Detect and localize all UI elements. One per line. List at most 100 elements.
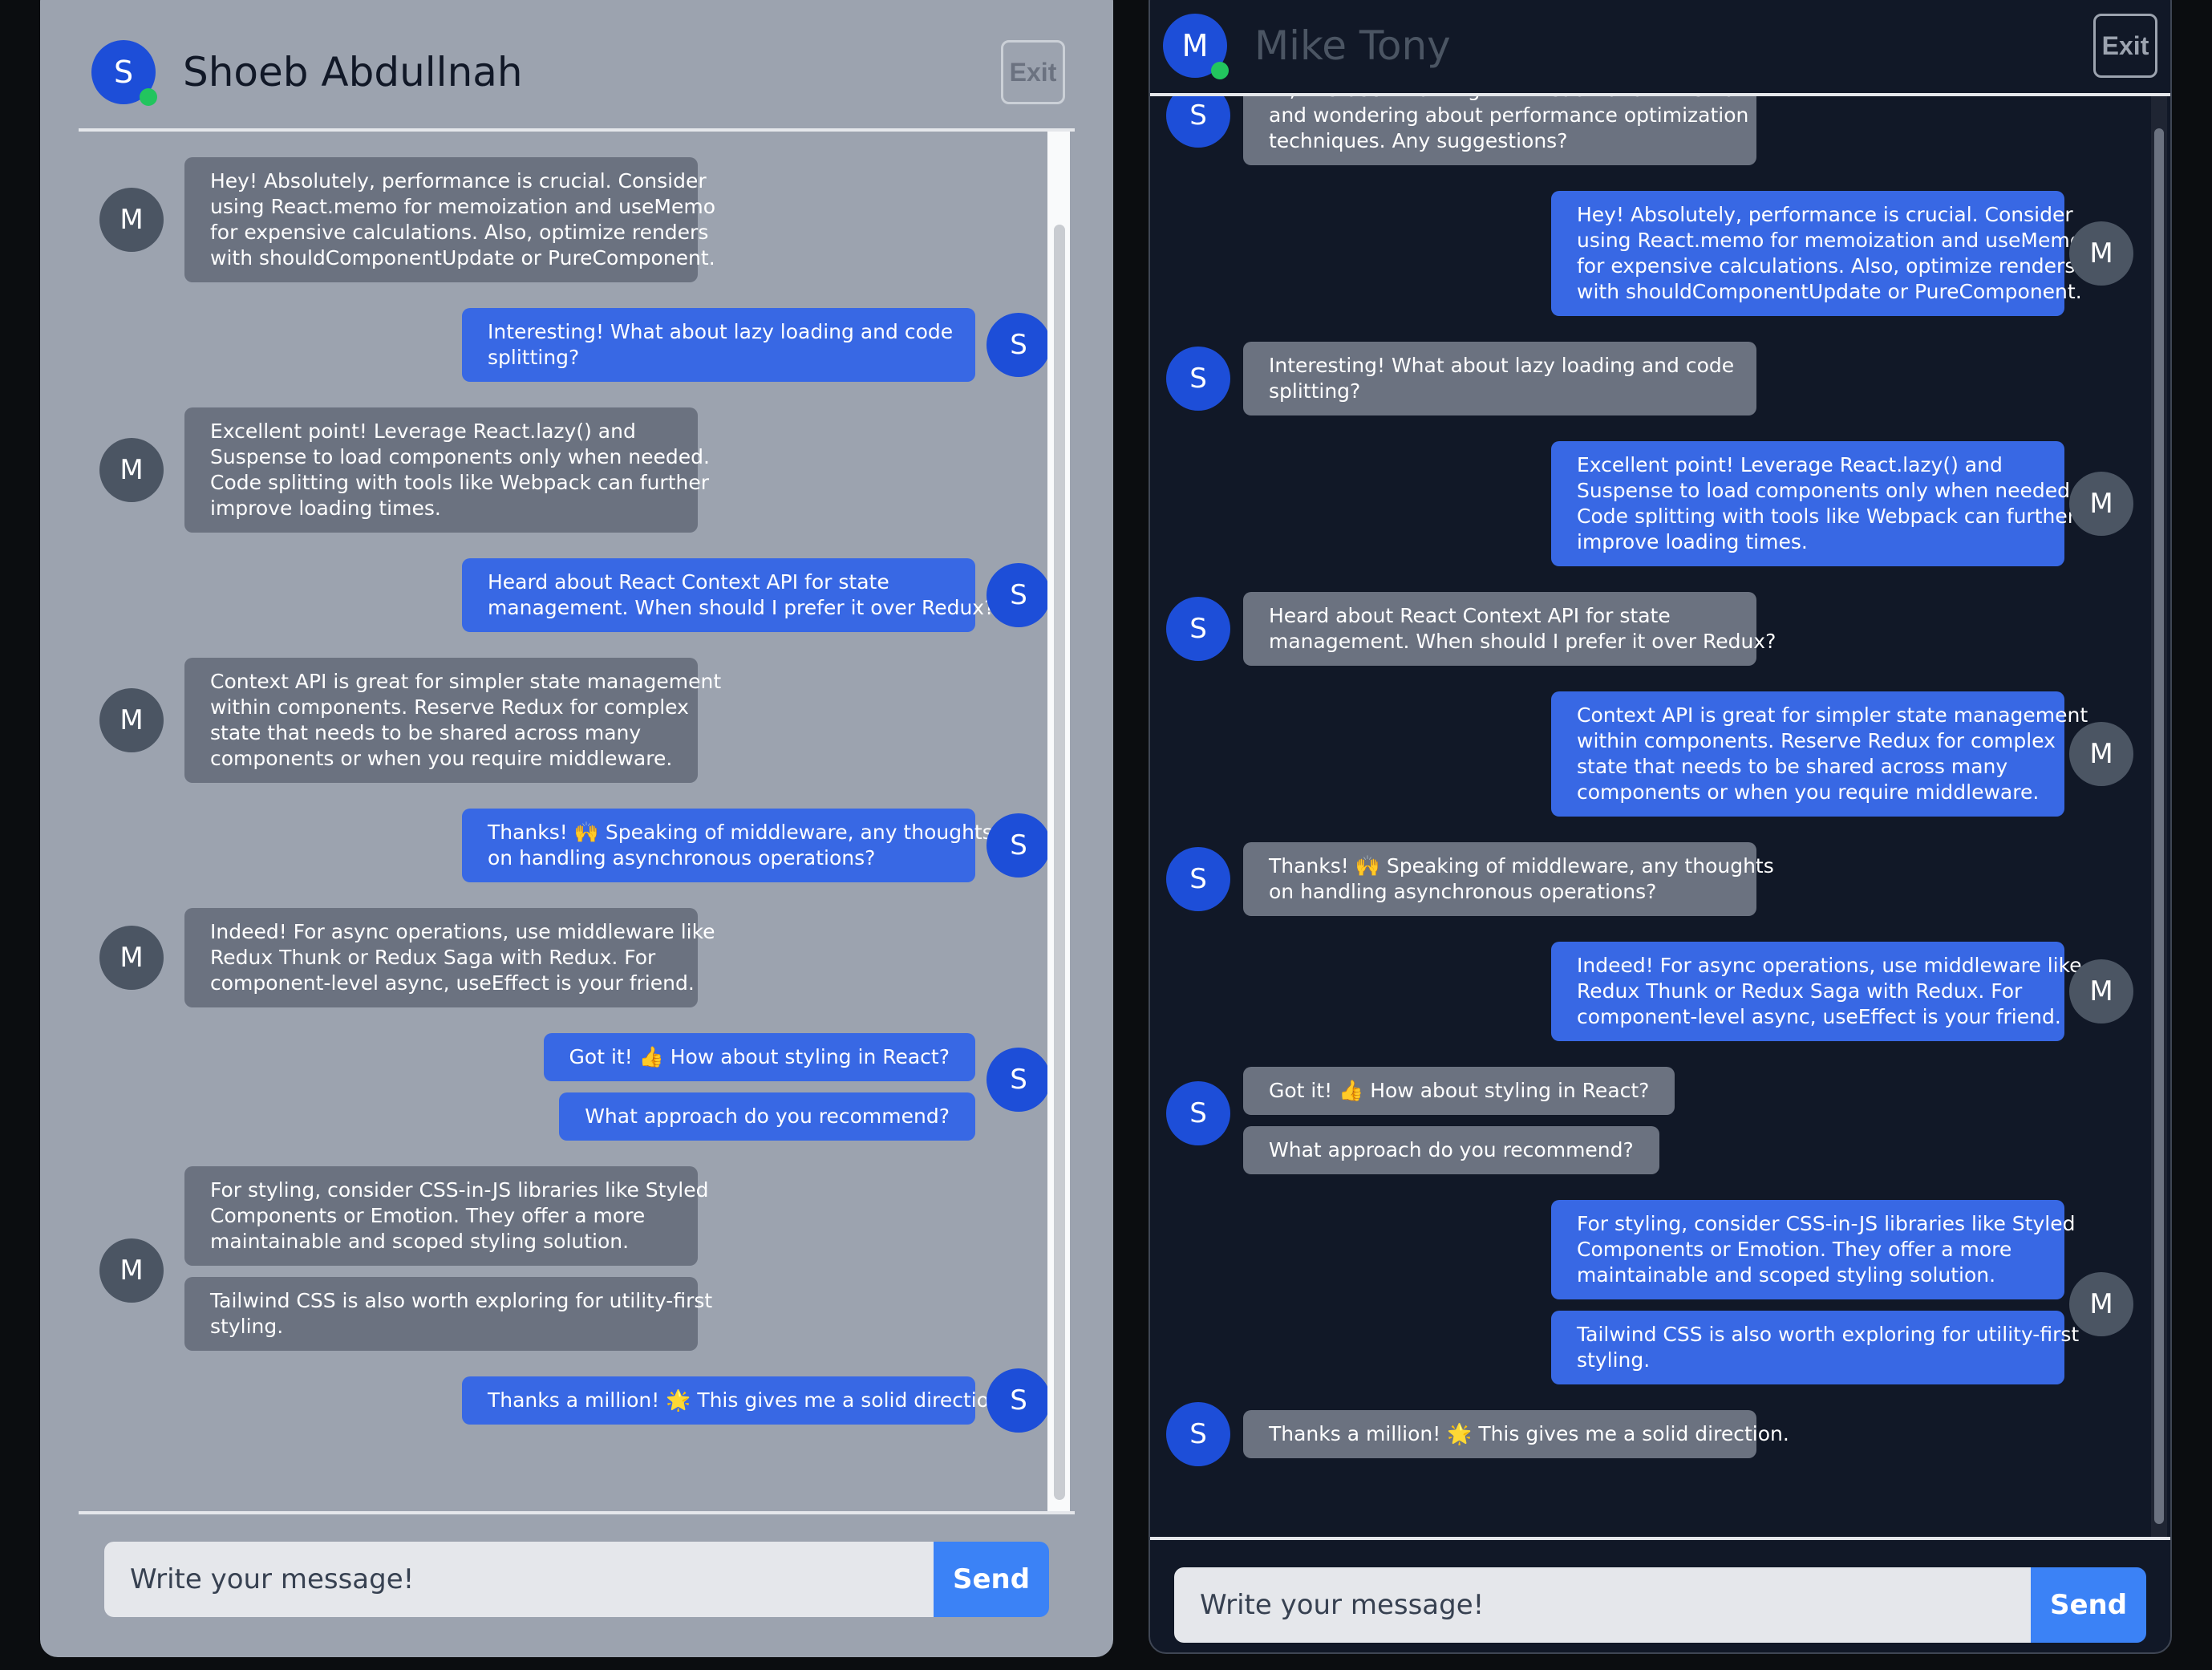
message-text-line: with shouldComponentUpdate or PureCompon… <box>210 246 715 270</box>
avatar: M <box>2069 472 2133 536</box>
message-text-line: Code splitting with tools like Webpack c… <box>1577 505 2076 528</box>
message-text-line: maintainable and scoped styling solution… <box>210 1230 630 1253</box>
message-input[interactable] <box>1174 1567 2031 1643</box>
message-text-line: management. When should I prefer it over… <box>1269 630 1776 653</box>
avatar: M <box>2069 959 2133 1023</box>
message-bubble: Interesting! What about lazy loading and… <box>1243 342 1756 415</box>
avatar: S <box>986 813 1051 878</box>
message-bubble: Thanks a million! 🌟 This gives me a soli… <box>1243 1410 1789 1458</box>
message-text-line: components or when you require middlewar… <box>1577 780 2040 804</box>
message-bubble: Heard about React Context API for state m… <box>1243 592 1776 666</box>
message-text-line: Indeed! For async operations, use middle… <box>210 920 715 943</box>
message-text-line: Thanks! 🙌 Speaking of middleware, any th… <box>488 821 993 844</box>
exit-button[interactable]: Exit <box>2093 14 2157 78</box>
message-text-line: Interesting! What about lazy loading and… <box>1269 354 1735 377</box>
message-text-line: techniques. Any suggestions? <box>1269 129 1568 152</box>
message-text-line: Suspense to load components only when ne… <box>1577 479 2076 502</box>
message-text-line: with shouldComponentUpdate or PureCompon… <box>1577 280 2082 303</box>
message-bubble: Context API is great for simpler state m… <box>1551 691 2088 817</box>
avatar: S <box>986 1048 1051 1112</box>
message-bubble: Thanks! 🙌 Speaking of middleware, any th… <box>1243 842 1774 916</box>
avatar: M <box>99 188 164 252</box>
chat-window-right: M Mike Tony Exit Hi, I've been working w… <box>1149 0 2172 1654</box>
send-button[interactable]: Send <box>934 1542 1049 1617</box>
message-text-line: management. When should I prefer it over… <box>488 596 995 619</box>
online-status-indicator <box>140 88 157 106</box>
message-text-line: For styling, consider CSS-in-JS librarie… <box>1577 1212 2076 1235</box>
avatar: S <box>986 1368 1051 1433</box>
avatar: S <box>91 40 157 106</box>
avatar: S <box>986 313 1051 377</box>
avatar: S <box>1166 1081 1230 1145</box>
message-bubble: For styling, consider CSS-in-JS librarie… <box>1551 1200 2076 1299</box>
scrollbar-thumb[interactable] <box>2154 128 2164 1524</box>
message-text-line: state that needs to be shared across man… <box>1577 755 2008 778</box>
message-bubble: Interesting! What about lazy loading and… <box>462 308 975 382</box>
message-bubble: What approach do you recommend? <box>1243 1126 1659 1174</box>
avatar: S <box>1166 96 1230 148</box>
message-text-line: Thanks! 🙌 Speaking of middleware, any th… <box>1269 854 1774 878</box>
message-text-line: What approach do you recommend? <box>585 1105 950 1128</box>
avatar: M <box>99 438 164 502</box>
contact-name: Shoeb Abdullnah <box>183 49 523 95</box>
input-divider <box>79 1511 1075 1514</box>
message-bubble: For styling, consider CSS-in-JS librarie… <box>184 1166 708 1266</box>
exit-button[interactable]: Exit <box>1001 40 1065 104</box>
message-text-line: Context API is great for simpler state m… <box>1577 703 2088 727</box>
scrollbar-thumb[interactable] <box>1054 225 1065 1500</box>
message-bubble: Excellent point! Leverage React.lazy() a… <box>1551 441 2076 566</box>
avatar: M <box>2069 1272 2133 1336</box>
message-text-line: Heard about React Context API for state <box>488 570 889 594</box>
message-text-line: styling. <box>210 1315 284 1338</box>
message-text-line: Hi, I've been working with React for a w… <box>1269 96 1752 103</box>
message-text-line: Got it! 👍 How about styling in React? <box>1269 1079 1650 1102</box>
message-text-line: maintainable and scoped styling solution… <box>1577 1263 1996 1287</box>
scrollbar[interactable] <box>1047 132 1070 1511</box>
chat-header: M Mike Tony Exit <box>1150 0 2170 93</box>
avatar: M <box>1163 14 1229 79</box>
avatar: S <box>1166 847 1230 911</box>
message-bubble: Thanks a million! 🌟 This gives me a soli… <box>462 1376 1008 1425</box>
avatar-letter: S <box>113 55 134 90</box>
message-text-line: Redux Thunk or Redux Saga with Redux. Fo… <box>1577 979 2023 1003</box>
message-text-line: Hey! Absolutely, performance is crucial.… <box>1577 203 2073 226</box>
message-bubble: Heard about React Context API for state m… <box>462 558 995 632</box>
avatar: M <box>99 926 164 990</box>
online-status-indicator <box>1211 62 1229 79</box>
message-text-line: Suspense to load components only when ne… <box>210 445 710 468</box>
avatar: S <box>1166 1402 1230 1466</box>
message-input[interactable] <box>104 1542 934 1617</box>
message-text-line: Thanks a million! 🌟 This gives me a soli… <box>1269 1422 1789 1445</box>
message-text-line: using React.memo for memoization and use… <box>210 195 716 218</box>
contact-name: Mike Tony <box>1254 22 1451 69</box>
message-text-line: improve loading times. <box>210 497 441 520</box>
message-text-line: What approach do you recommend? <box>1269 1138 1634 1161</box>
message-bubble: Hey! Absolutely, performance is crucial.… <box>184 157 716 282</box>
avatar: S <box>1166 597 1230 661</box>
scrollbar[interactable] <box>2151 96 2167 1537</box>
message-list[interactable]: Hey! Absolutely, performance is crucial.… <box>79 132 1075 1511</box>
message-list[interactable]: Hi, I've been working with React for a w… <box>1150 96 2149 1537</box>
send-button[interactable]: Send <box>2031 1567 2146 1643</box>
message-text-line: Interesting! What about lazy loading and… <box>488 320 954 343</box>
message-text-line: on handling asynchronous operations? <box>488 846 876 869</box>
message-text-line: components or when you require middlewar… <box>210 747 673 770</box>
avatar: M <box>2069 221 2133 286</box>
message-text-line: Got it! 👍 How about styling in React? <box>569 1045 950 1068</box>
avatar: M <box>2069 722 2133 786</box>
input-divider <box>1150 1537 2170 1540</box>
message-bubble: Thanks! 🙌 Speaking of middleware, any th… <box>462 809 993 882</box>
avatar: M <box>99 688 164 752</box>
message-text-line: within components. Reserve Redux for com… <box>210 695 689 719</box>
message-bubble: Excellent point! Leverage React.lazy() a… <box>184 407 710 533</box>
message-text-line: within components. Reserve Redux for com… <box>1577 729 2056 752</box>
message-bubble: Tailwind CSS is also worth exploring for… <box>1551 1311 2079 1384</box>
message-text-line: Indeed! For async operations, use middle… <box>1577 954 2082 977</box>
message-text-line: component-level async, useEffect is your… <box>1577 1005 2061 1028</box>
message-text-line: improve loading times. <box>1577 530 1808 553</box>
message-text-line: state that needs to be shared across man… <box>210 721 642 744</box>
avatar: M <box>99 1238 164 1303</box>
message-text-line: and wondering about performance optimiza… <box>1269 103 1749 127</box>
message-text-line: on handling asynchronous operations? <box>1269 880 1657 903</box>
message-bubble: Got it! 👍 How about styling in React? <box>1243 1067 1675 1115</box>
